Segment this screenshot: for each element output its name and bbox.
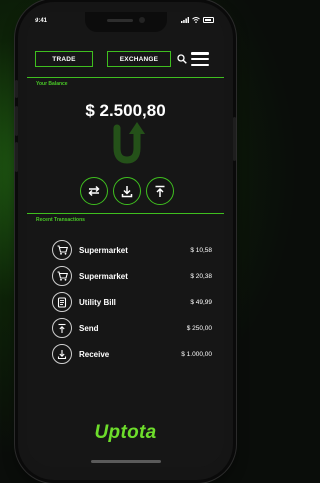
receive-button[interactable] bbox=[113, 177, 141, 205]
volume-up-button bbox=[15, 106, 18, 136]
search-icon[interactable] bbox=[177, 54, 187, 64]
shopping-cart-icon bbox=[52, 266, 72, 286]
volume-down-button bbox=[15, 142, 18, 172]
battery-icon bbox=[203, 17, 214, 23]
download-icon bbox=[52, 344, 72, 364]
notch bbox=[85, 12, 167, 32]
hamburger-menu-icon[interactable] bbox=[191, 52, 209, 66]
transactions-divider bbox=[27, 213, 224, 214]
swap-button[interactable] bbox=[80, 177, 108, 205]
app-screen: 9:41 TRADE EXCHANGE Your Balance $ 2.500… bbox=[27, 12, 224, 467]
front-camera bbox=[139, 17, 145, 23]
transaction-name: Supermarket bbox=[79, 246, 128, 255]
upload-icon bbox=[155, 185, 165, 197]
transaction-row[interactable]: Supermarket $ 10,58 bbox=[27, 238, 224, 262]
transaction-amount: $ 250,00 bbox=[186, 325, 212, 332]
transaction-amount: $ 1.000,00 bbox=[181, 351, 212, 358]
transaction-row[interactable]: Supermarket $ 20,38 bbox=[27, 264, 224, 288]
action-buttons bbox=[80, 177, 174, 205]
speaker-grille bbox=[107, 19, 133, 22]
transaction-row[interactable]: Send $ 250,00 bbox=[27, 316, 224, 340]
top-navbar: TRADE EXCHANGE bbox=[35, 48, 220, 70]
swap-arrows-icon bbox=[88, 185, 100, 197]
brand-logo: Uptota bbox=[94, 422, 157, 443]
header-divider bbox=[27, 77, 224, 78]
wifi-icon bbox=[192, 17, 200, 23]
transaction-row[interactable]: Receive $ 1.000,00 bbox=[27, 342, 224, 366]
receipt-icon bbox=[52, 292, 72, 312]
send-button[interactable] bbox=[146, 177, 174, 205]
trade-button[interactable]: TRADE bbox=[35, 51, 93, 67]
transaction-row[interactable]: Utility Bill $ 49,99 bbox=[27, 290, 224, 314]
transaction-amount: $ 49,99 bbox=[190, 299, 212, 306]
transaction-name: Receive bbox=[79, 350, 110, 359]
signal-icon bbox=[181, 17, 189, 23]
status-time: 9:41 bbox=[35, 18, 48, 24]
transactions-label: Recent Transactions bbox=[36, 217, 85, 223]
transaction-name: Supermarket bbox=[79, 272, 128, 281]
transaction-name: Utility Bill bbox=[79, 298, 116, 307]
download-icon bbox=[121, 185, 133, 197]
balance-amount: $ 2.500,80 bbox=[85, 101, 166, 120]
balance-label: Your Balance bbox=[36, 81, 68, 87]
transaction-amount: $ 10,58 bbox=[190, 247, 212, 254]
home-indicator[interactable] bbox=[91, 460, 161, 463]
transaction-amount: $ 20,38 bbox=[190, 273, 212, 280]
shopping-cart-icon bbox=[52, 240, 72, 260]
transaction-name: Send bbox=[79, 324, 99, 333]
mute-switch bbox=[15, 80, 18, 98]
upload-icon bbox=[52, 318, 72, 338]
exchange-button[interactable]: EXCHANGE bbox=[107, 51, 171, 67]
power-button bbox=[233, 117, 236, 161]
status-icons bbox=[181, 17, 214, 23]
